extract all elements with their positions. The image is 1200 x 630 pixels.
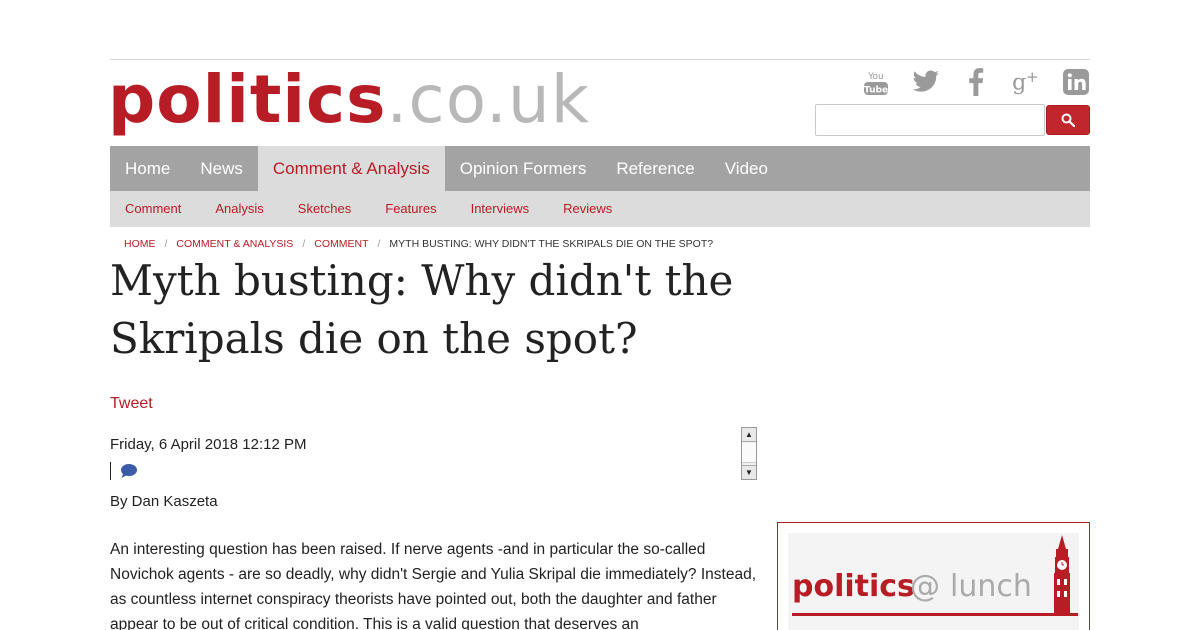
politics-at-lunch-ad[interactable]: politics @ lunch <box>777 522 1090 630</box>
google-plus-icon[interactable]: g + <box>1012 68 1040 96</box>
twitter-icon[interactable] <box>912 68 940 96</box>
svg-text:You: You <box>867 72 884 82</box>
article-meta <box>110 461 138 481</box>
search-icon <box>1061 113 1075 127</box>
meta-divider <box>110 462 111 480</box>
site-logo[interactable]: politics.co.uk <box>108 60 590 140</box>
breadcrumb-current: Myth busting: Why didn't the Skripals di… <box>389 238 714 250</box>
svg-text:Tube: Tube <box>864 86 888 96</box>
scroll-up-arrow-icon[interactable]: ▲ <box>742 428 756 442</box>
subnav-item-comment[interactable]: Comment <box>125 191 181 227</box>
search-button[interactable] <box>1046 105 1090 135</box>
tweet-button[interactable]: Tweet <box>110 395 153 413</box>
nav-item-news[interactable]: News <box>185 146 258 191</box>
main-nav: Home News Comment & Analysis Opinion For… <box>110 146 1090 191</box>
article-byline: By Dan Kaszeta <box>110 493 218 510</box>
article-date: Friday, 6 April 2018 12:12 PM <box>110 436 307 453</box>
big-ben-icon <box>1054 535 1070 615</box>
nav-item-opinion-formers[interactable]: Opinion Formers <box>445 146 602 191</box>
nav-item-reference[interactable]: Reference <box>601 146 709 191</box>
logo-main: politics <box>108 61 387 138</box>
youtube-icon[interactable]: You Tube <box>862 68 890 96</box>
breadcrumb-separator: / <box>164 238 168 250</box>
comment-icon[interactable] <box>120 463 138 479</box>
scroll-thumb[interactable] <box>742 443 756 463</box>
subnav-item-features[interactable]: Features <box>385 191 436 227</box>
ad-brand-at: @ <box>910 569 940 604</box>
ad-underline <box>792 613 1078 616</box>
ad-brand-right: lunch <box>950 569 1032 604</box>
scroll-down-arrow-icon[interactable]: ▼ <box>742 465 756 479</box>
subnav-item-sketches[interactable]: Sketches <box>298 191 351 227</box>
facebook-icon[interactable] <box>962 68 990 96</box>
linkedin-icon[interactable] <box>1062 68 1090 96</box>
ad-brand-left: politics <box>792 569 915 604</box>
breadcrumb-section[interactable]: Comment & Analysis <box>176 238 293 250</box>
social-links: You Tube g + <box>862 68 1090 96</box>
embed-scrollbar[interactable]: ▲ ▼ <box>741 427 757 480</box>
logo-tld: .co.uk <box>386 61 590 138</box>
breadcrumb-separator: / <box>377 238 381 250</box>
nav-item-home[interactable]: Home <box>110 146 185 191</box>
subnav-item-analysis[interactable]: Analysis <box>215 191 263 227</box>
breadcrumb-subsection[interactable]: Comment <box>314 238 368 250</box>
search-input[interactable] <box>815 104 1045 136</box>
ad-banner: politics @ lunch <box>788 533 1079 630</box>
svg-text:+: + <box>1026 68 1039 86</box>
article-title: Myth busting: Why didn't the Skripals di… <box>110 256 734 363</box>
nav-item-comment-analysis[interactable]: Comment & Analysis <box>257 146 445 191</box>
nav-item-video[interactable]: Video <box>710 146 783 191</box>
site-search <box>815 104 1090 136</box>
subnav-item-interviews[interactable]: Interviews <box>471 191 530 227</box>
article-body: An interesting question has been raised.… <box>110 541 756 630</box>
breadcrumb: Home / Comment & Analysis / Comment / My… <box>124 238 713 250</box>
breadcrumb-separator: / <box>302 238 306 250</box>
sub-nav: Comment Analysis Sketches Features Inter… <box>110 191 1090 227</box>
breadcrumb-home[interactable]: Home <box>124 238 156 250</box>
svg-text:g: g <box>1012 69 1026 95</box>
subnav-item-reviews[interactable]: Reviews <box>563 191 612 227</box>
